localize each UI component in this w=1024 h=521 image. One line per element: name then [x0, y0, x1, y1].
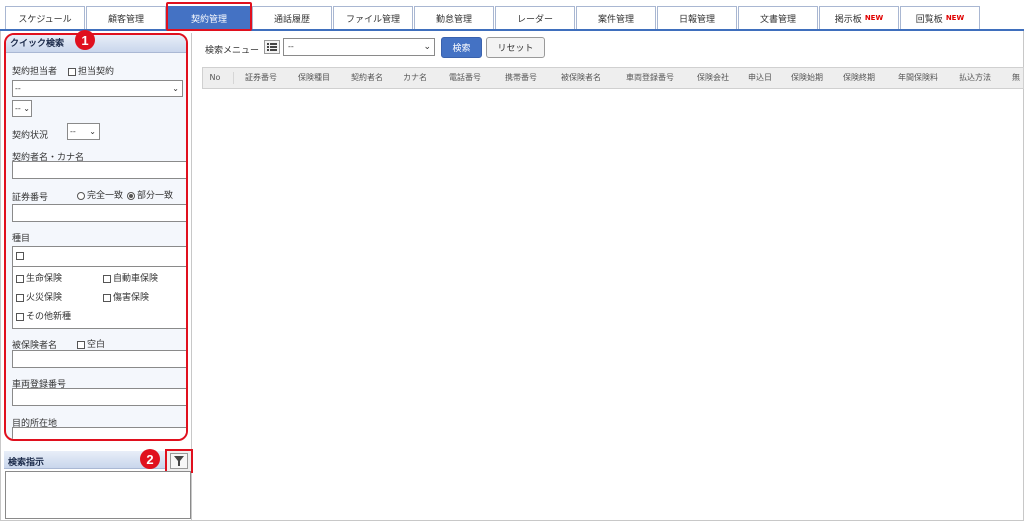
checkbox-icon — [16, 293, 24, 302]
new-badge: NEW — [945, 14, 965, 22]
vehicle-number-input[interactable] — [12, 388, 186, 406]
type-life-checkbox[interactable]: 生命保険 — [16, 271, 62, 284]
col-annual-premium[interactable]: 年間保険料 — [891, 68, 945, 88]
search-button[interactable]: 検索 — [441, 37, 482, 58]
search-instructions-box[interactable] — [5, 471, 191, 519]
checkbox-icon — [68, 67, 76, 76]
main-tab-bar: スケジュール 顧客管理 契約管理 通話履歴 ファイル管理 勤怠管理 レーダー 案… — [0, 0, 1024, 31]
contract-staff-label: 契約担当者 — [12, 67, 58, 77]
checkbox-icon — [77, 340, 85, 349]
radio-icon — [77, 191, 85, 200]
quick-search-title: クイック検索 — [6, 35, 186, 53]
list-icon[interactable] — [264, 40, 280, 54]
col-end-date[interactable]: 保険終期 — [837, 68, 881, 88]
contractor-name-input[interactable] — [12, 161, 186, 179]
col-no[interactable]: No — [203, 68, 227, 88]
col-insurance-type[interactable]: 保険種目 — [292, 68, 336, 88]
col-insured-name[interactable]: 被保険者名 — [552, 68, 610, 88]
main-content: 検索メニュー -- ⌄ 検索 リセット No 証券番号 保険種目 契約者名 カナ名… — [197, 33, 1024, 520]
tab-daily-report[interactable]: 日報管理 — [657, 6, 737, 29]
search-instructions-title: 検索指示 — [8, 458, 45, 468]
chevron-down-icon: ⌄ — [23, 104, 30, 113]
exact-match-radio[interactable]: 完全一致 — [77, 188, 123, 201]
tab-file[interactable]: ファイル管理 — [333, 6, 413, 29]
contract-status-select[interactable]: -- ⌄ — [67, 123, 100, 140]
contract-staff-sub-select[interactable]: -- ⌄ — [12, 100, 32, 117]
contract-status-label: 契約状況 — [12, 131, 49, 141]
tab-call-history[interactable]: 通話履歴 — [252, 6, 332, 29]
col-payment-method[interactable]: 払込方法 — [951, 68, 999, 88]
tab-bulletin[interactable]: 掲示板 NEW — [819, 6, 899, 29]
tab-customer[interactable]: 顧客管理 — [86, 6, 166, 29]
checkbox-icon — [16, 274, 24, 283]
column-separator — [233, 72, 234, 84]
reset-button[interactable]: リセット — [486, 37, 545, 58]
left-panel: クイック検索 契約担当者 担当契約 -- ⌄ -- ⌄ 契約状況 -- ⌄ 契約者名・… — [1, 30, 193, 520]
select-all-type-checkbox[interactable] — [16, 252, 24, 260]
col-phone[interactable]: 電話番号 — [441, 68, 489, 88]
checkbox-icon — [16, 312, 24, 321]
tab-circular[interactable]: 回覧板 NEW — [900, 6, 980, 29]
callout-badge-1: 1 — [75, 30, 95, 50]
results-table-header: No 証券番号 保険種目 契約者名 カナ名 電話番号 携帯番号 被保険者名 車両… — [202, 67, 1024, 89]
radio-selected-icon — [127, 191, 135, 200]
col-contractor-name[interactable]: 契約者名 — [345, 68, 389, 88]
policy-number-label: 証券番号 — [12, 193, 49, 203]
chevron-down-icon: ⌄ — [172, 84, 179, 93]
type-fire-checkbox[interactable]: 火災保険 — [16, 290, 62, 303]
col-truncated[interactable]: 無 — [1009, 68, 1023, 88]
type-all-row — [13, 247, 186, 267]
tab-document[interactable]: 文書管理 — [738, 6, 818, 29]
tab-project[interactable]: 案件管理 — [576, 6, 656, 29]
search-menu-label: 検索メニュー — [205, 46, 260, 56]
my-contracts-checkbox[interactable]: 担当契約 — [68, 64, 114, 77]
destination-input[interactable] — [12, 427, 186, 439]
tab-radar[interactable]: レーダー — [495, 6, 575, 29]
insured-blank-checkbox[interactable]: 空白 — [77, 337, 105, 350]
tab-schedule[interactable]: スケジュール — [5, 6, 85, 29]
col-kana-name[interactable]: カナ名 — [397, 68, 433, 88]
col-vehicle-number[interactable]: 車両登録番号 — [615, 68, 685, 88]
type-checkbox-group: 生命保険 自動車保険 火災保険 傷害保険 その他新種 — [12, 246, 186, 329]
quick-search-panel: クイック検索 契約担当者 担当契約 -- ⌄ -- ⌄ 契約状況 -- ⌄ 契約者名・… — [4, 33, 188, 441]
type-label: 種目 — [12, 234, 31, 244]
col-insurance-company[interactable]: 保険会社 — [691, 68, 735, 88]
filter-icon — [170, 453, 188, 469]
insured-name-input[interactable] — [12, 350, 186, 368]
col-application-date[interactable]: 申込日 — [740, 68, 780, 88]
col-start-date[interactable]: 保険始期 — [785, 68, 829, 88]
col-mobile[interactable]: 携帯番号 — [497, 68, 545, 88]
callout-badge-2: 2 — [140, 449, 160, 469]
contract-staff-select[interactable]: -- ⌄ — [12, 80, 183, 97]
policy-number-input[interactable] — [12, 204, 186, 222]
tab-attendance[interactable]: 勤怠管理 — [414, 6, 494, 29]
new-badge: NEW — [864, 14, 884, 22]
checkbox-icon — [103, 293, 111, 302]
chevron-down-icon: ⌄ — [89, 127, 96, 136]
col-policy-number[interactable]: 証券番号 — [239, 68, 283, 88]
chevron-down-icon: ⌄ — [423, 42, 431, 52]
tab-contract[interactable]: 契約管理 — [168, 6, 250, 29]
type-auto-checkbox[interactable]: 自動車保険 — [103, 271, 158, 284]
search-instructions-header: 検索指示 — [4, 451, 191, 469]
checkbox-icon — [103, 274, 111, 283]
type-injury-checkbox[interactable]: 傷害保険 — [103, 290, 149, 303]
partial-match-radio[interactable]: 部分一致 — [127, 188, 173, 201]
filter-button[interactable] — [165, 449, 193, 473]
search-menu-select[interactable]: -- ⌄ — [283, 38, 435, 56]
type-other-checkbox[interactable]: その他新種 — [16, 309, 71, 322]
